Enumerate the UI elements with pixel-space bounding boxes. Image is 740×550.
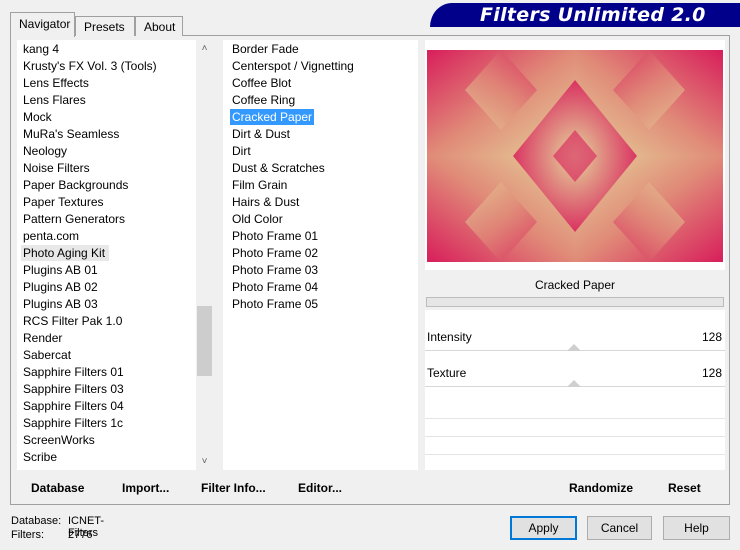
category-item[interactable]: Plugins AB 01 bbox=[23, 262, 98, 278]
divider bbox=[425, 454, 725, 455]
category-item[interactable]: Sapphire Filters 04 bbox=[23, 398, 124, 414]
filter-list[interactable]: Border Fade Centerspot / Vignetting Coffee… bbox=[223, 40, 418, 470]
category-item[interactable]: Sabercat bbox=[23, 347, 71, 363]
import-button[interactable]: Import... bbox=[122, 481, 169, 495]
current-filter-name: Cracked Paper bbox=[534, 278, 616, 292]
filter-item[interactable]: Photo Frame 02 bbox=[231, 245, 319, 261]
status-label: Filters: bbox=[11, 529, 44, 541]
filter-item[interactable]: Photo Frame 05 bbox=[231, 296, 319, 312]
category-item[interactable]: Mock bbox=[23, 109, 52, 125]
help-button[interactable]: Help bbox=[663, 516, 730, 540]
divider bbox=[425, 418, 725, 419]
filter-item-selected[interactable]: Cracked Paper bbox=[230, 109, 315, 125]
param-label: Intensity bbox=[427, 330, 472, 344]
category-list[interactable]: kang 4 Krusty's FX Vol. 3 (Tools) Lens Eff… bbox=[17, 40, 213, 470]
category-item[interactable]: Paper Textures bbox=[23, 194, 104, 210]
category-item[interactable]: Paper Backgrounds bbox=[23, 177, 128, 193]
category-item[interactable]: Sapphire Filters 1c bbox=[23, 415, 123, 431]
filter-item[interactable]: Border Fade bbox=[231, 41, 300, 57]
category-item[interactable]: Scribe bbox=[23, 449, 57, 465]
tab-about[interactable]: About bbox=[135, 16, 183, 36]
chevron-down-icon[interactable]: ˅ bbox=[196, 453, 213, 470]
filter-item[interactable]: Photo Frame 03 bbox=[231, 262, 319, 278]
category-item[interactable]: Render bbox=[23, 330, 62, 346]
param-texture[interactable]: Texture 128 bbox=[425, 362, 725, 398]
category-item[interactable]: Pattern Generators bbox=[23, 211, 125, 227]
category-item[interactable]: Plugins AB 02 bbox=[23, 279, 98, 295]
tab-presets[interactable]: Presets bbox=[75, 16, 135, 36]
category-item[interactable]: RCS Filter Pak 1.0 bbox=[23, 313, 122, 329]
param-label: Texture bbox=[427, 366, 467, 380]
filter-item[interactable]: Centerspot / Vignetting bbox=[231, 58, 355, 74]
status-database: Database: ICNET-Filters bbox=[11, 515, 104, 539]
status-value: 2776 bbox=[68, 529, 93, 541]
category-item[interactable]: Plugins AB 03 bbox=[23, 296, 98, 312]
category-item[interactable]: Noise Filters bbox=[23, 160, 90, 176]
database-button[interactable]: Database bbox=[31, 481, 84, 495]
status-filters: Filters: 2776 bbox=[11, 529, 92, 541]
param-value: 128 bbox=[701, 330, 722, 344]
category-item[interactable]: penta.com bbox=[23, 228, 79, 244]
category-item[interactable]: Sapphire Filters 03 bbox=[23, 381, 124, 397]
divider bbox=[425, 436, 725, 437]
filter-item[interactable]: Hairs & Dust bbox=[231, 194, 300, 210]
filter-item[interactable]: Coffee Ring bbox=[231, 92, 296, 108]
category-item[interactable]: MuRa's Seamless bbox=[23, 126, 119, 142]
filter-item[interactable]: Dirt bbox=[231, 143, 252, 159]
category-item[interactable]: Krusty's FX Vol. 3 (Tools) bbox=[23, 58, 157, 74]
filter-item[interactable]: Coffee Blot bbox=[231, 75, 292, 91]
apply-button[interactable]: Apply bbox=[510, 516, 577, 540]
chevron-up-icon[interactable]: ˄ bbox=[196, 40, 213, 57]
category-list-scrollbar[interactable]: ˄ ˅ bbox=[196, 40, 213, 470]
filter-item[interactable]: Photo Frame 04 bbox=[231, 279, 319, 295]
reset-button[interactable]: Reset bbox=[668, 481, 701, 495]
app-title-banner: Filters Unlimited 2.0 bbox=[430, 3, 740, 27]
param-intensity[interactable]: Intensity 128 bbox=[425, 326, 725, 362]
category-item[interactable]: Lens Effects bbox=[23, 75, 89, 91]
category-item[interactable]: Sapphire Filters 01 bbox=[23, 364, 124, 380]
cancel-button[interactable]: Cancel bbox=[587, 516, 652, 540]
randomize-button[interactable]: Randomize bbox=[569, 481, 633, 495]
filter-item[interactable]: Photo Frame 01 bbox=[231, 228, 319, 244]
category-item[interactable]: ScreenWorks bbox=[23, 432, 95, 448]
tab-navigator[interactable]: Navigator bbox=[10, 12, 75, 37]
param-value: 128 bbox=[701, 366, 722, 380]
slider-thumb[interactable] bbox=[567, 380, 581, 387]
category-item[interactable]: Neology bbox=[23, 143, 67, 159]
scrollbar-thumb[interactable] bbox=[197, 306, 212, 376]
filter-item[interactable]: Old Color bbox=[231, 211, 284, 227]
preview-image bbox=[427, 50, 723, 262]
slider-thumb[interactable] bbox=[567, 344, 581, 351]
category-item[interactable]: Photo Aging Kit bbox=[21, 245, 110, 261]
category-item[interactable]: Lens Flares bbox=[23, 92, 86, 108]
filter-item[interactable]: Dust & Scratches bbox=[231, 160, 326, 176]
filter-item[interactable]: Film Grain bbox=[231, 177, 288, 193]
status-label: Database: bbox=[11, 515, 62, 527]
parameter-panel: Intensity 128 Texture 128 bbox=[425, 310, 725, 470]
category-item[interactable]: kang 4 bbox=[23, 41, 59, 57]
progress-bar bbox=[426, 297, 724, 307]
filter-info-button[interactable]: Filter Info... bbox=[201, 481, 266, 495]
editor-button[interactable]: Editor... bbox=[298, 481, 342, 495]
filter-item[interactable]: Dirt & Dust bbox=[231, 126, 291, 142]
